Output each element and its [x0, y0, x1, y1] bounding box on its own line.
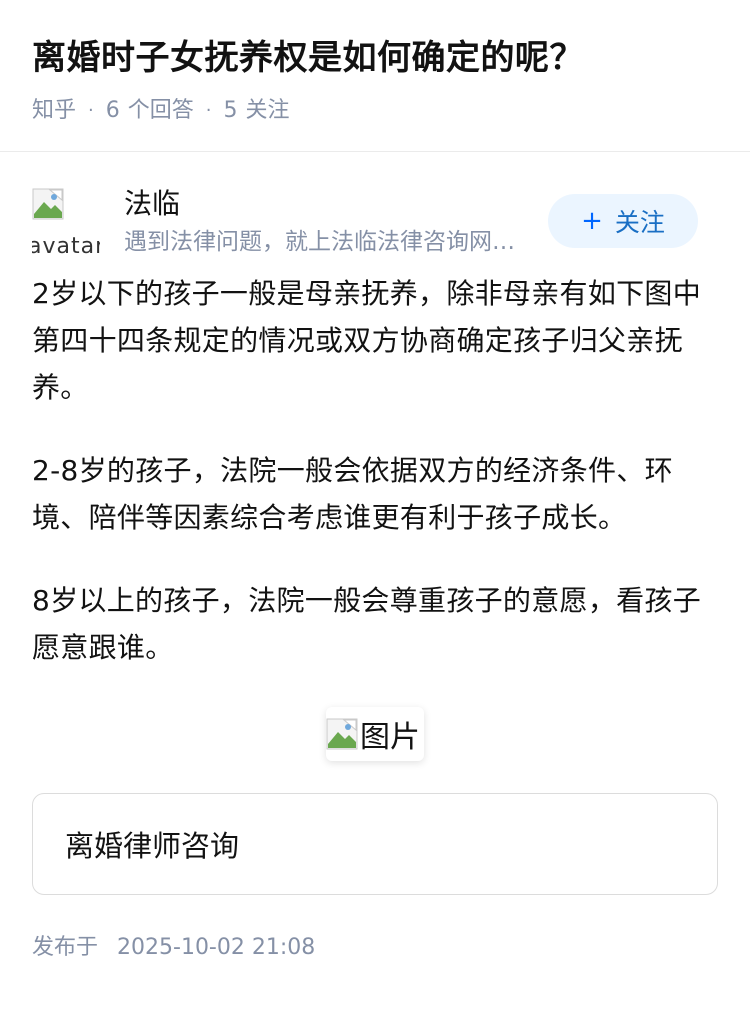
- avatar[interactable]: avatar: [32, 188, 100, 256]
- plus-icon: +: [581, 206, 603, 236]
- avatar-alt-text: avatar: [32, 234, 100, 256]
- consult-card[interactable]: 离婚律师咨询: [32, 793, 718, 895]
- answer-image-wrap: 图片: [32, 707, 718, 761]
- answer-paragraph: 2-8岁的孩子，法院一般会依据双方的经济条件、环境、陪伴等因素综合考虑谁更有利于…: [32, 454, 673, 534]
- author-row: avatar 法临 遇到法律问题，就上法临法律咨询网，快速解答您的法律问题 + …: [0, 152, 750, 270]
- author-bio: 遇到法律问题，就上法临法律咨询网，快速解答您的法律问题: [124, 229, 536, 255]
- question-header: 离婚时子女抚养权是如何确定的呢？ 知乎 · 6 个回答 · 5 关注: [0, 0, 750, 152]
- source-label[interactable]: 知乎: [32, 96, 76, 126]
- published-date: 2025-10-02 21:08: [117, 935, 316, 960]
- published-info: 发布于 2025-10-02 21:08: [32, 933, 718, 963]
- follows-count: 5: [223, 98, 238, 123]
- broken-image-icon: [32, 188, 64, 220]
- answer-image[interactable]: 图片: [326, 707, 424, 761]
- answers-count: 6: [105, 98, 120, 123]
- answer-paragraph: 8岁以上的孩子，法院一般会尊重孩子的意愿，看孩子愿意跟谁。: [32, 584, 702, 664]
- meta-separator: ·: [205, 100, 212, 121]
- answers-label[interactable]: 个回答: [128, 96, 194, 126]
- broken-image-icon: [326, 718, 358, 750]
- question-title[interactable]: 离婚时子女抚养权是如何确定的呢？: [32, 34, 718, 82]
- question-meta: 知乎 · 6 个回答 · 5 关注: [32, 96, 718, 126]
- published-label: 发布于: [32, 935, 99, 960]
- follow-button[interactable]: + 关注: [548, 194, 698, 248]
- follow-button-label: 关注: [614, 208, 665, 237]
- answer-image-alt: 图片: [360, 720, 420, 755]
- follows-label: 关注: [245, 98, 290, 123]
- meta-separator: ·: [88, 100, 94, 121]
- author-name[interactable]: 法临: [124, 186, 180, 222]
- page: 离婚时子女抚养权是如何确定的呢？ 知乎 · 6 个回答 · 5 关注 avata…: [0, 0, 750, 1016]
- consult-card-label: 离婚律师咨询: [65, 829, 240, 863]
- answer-paragraph: 2岁以下的孩子一般是母亲抚养，除非母亲有如下图中第四十四条规定的情况或双方协商确…: [32, 277, 702, 404]
- answer-body: 2岁以下的孩子一般是母亲抚养，除非母亲有如下图中第四十四条规定的情况或双方协商确…: [0, 270, 750, 761]
